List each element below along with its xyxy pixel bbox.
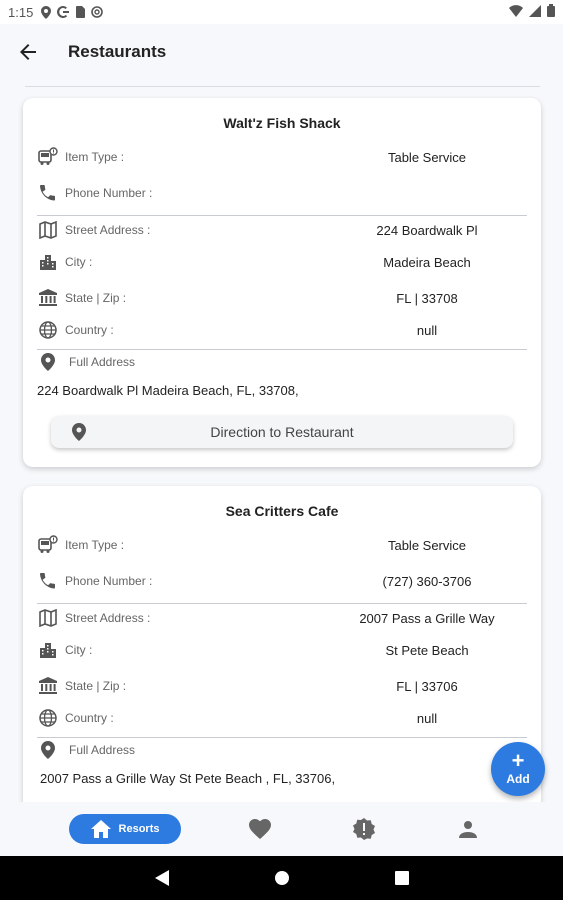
restaurant-card[interactable]: Walt'z Fish Shack Item Type : Table Serv…	[23, 98, 541, 467]
country-label: Country :	[65, 323, 114, 337]
nav-profile[interactable]	[453, 814, 483, 844]
phone-icon	[37, 570, 59, 592]
globe-icon	[37, 707, 59, 729]
nav-alerts[interactable]	[349, 814, 379, 844]
circle-home-icon	[275, 871, 289, 885]
location-pin-icon	[37, 739, 59, 761]
add-button-label: Add	[506, 772, 530, 786]
bottom-navigation: Resorts	[0, 802, 563, 856]
city-value: St Pete Beach	[385, 642, 469, 658]
city-row: City : St Pete Beach	[37, 637, 527, 663]
person-icon	[459, 821, 477, 838]
full-address-row: Full Address	[37, 737, 527, 763]
city-row: City : Madeira Beach	[37, 249, 527, 275]
nav-resorts[interactable]: Resorts	[69, 814, 181, 844]
phone-icon	[37, 182, 59, 204]
street-row: Street Address : 224 Boardwalk Pl	[37, 217, 527, 243]
restaurant-card[interactable]: Sea Critters Cafe Item Type : Table Serv…	[23, 486, 541, 802]
state-zip-label: State | Zip :	[65, 291, 127, 305]
state-zip-value: FL | 33708	[396, 290, 458, 306]
triangle-back-icon	[155, 870, 169, 886]
item-type-row: Item Type : Table Service	[37, 532, 527, 558]
full-address-row: Full Address	[37, 349, 527, 375]
system-navigation-bar	[0, 856, 563, 900]
alert-badge-icon	[353, 818, 375, 840]
add-button[interactable]: + Add	[491, 742, 545, 796]
globe-icon	[37, 319, 59, 341]
bus-alert-icon	[37, 534, 59, 556]
section-divider	[37, 603, 527, 604]
street-value: 224 Boardwalk Pl	[376, 222, 478, 238]
location-pin-icon	[37, 351, 59, 373]
bank-icon	[37, 287, 59, 309]
bank-icon	[37, 675, 59, 697]
state-zip-row: State | Zip : FL | 33706	[37, 673, 527, 699]
wifi-icon	[509, 4, 523, 17]
item-type-label: Item Type :	[65, 150, 125, 164]
bus-alert-icon	[37, 146, 59, 168]
direction-button-label: Direction to Restaurant	[210, 424, 354, 440]
full-address-label: Full Address	[69, 355, 136, 369]
battery-icon	[547, 4, 555, 17]
home-icon	[90, 820, 111, 838]
item-type-value: Table Service	[387, 537, 467, 553]
map-icon	[37, 607, 59, 629]
state-zip-label: State | Zip :	[65, 679, 127, 693]
item-type-row: Item Type : Table Service	[37, 144, 527, 170]
section-divider	[37, 215, 527, 216]
item-type-value: Table Service	[387, 149, 467, 165]
full-address-value: 2007 Pass a Grille Way St Pete Beach , F…	[40, 771, 336, 786]
system-home-button[interactable]	[272, 868, 292, 888]
nav-favorites[interactable]	[245, 814, 275, 844]
status-time: 1:15	[8, 4, 34, 20]
country-row: Country : null	[37, 317, 527, 343]
arrow-back-icon	[20, 44, 36, 60]
page-title: Restaurants	[68, 42, 167, 61]
street-label: Street Address :	[65, 611, 151, 625]
country-value: null	[416, 710, 438, 726]
restaurant-name: Walt'z Fish Shack	[223, 115, 341, 131]
app-bar: Restaurants	[0, 24, 563, 80]
header-divider	[25, 86, 540, 87]
city-label: City :	[65, 643, 93, 657]
country-label: Country :	[65, 711, 114, 725]
restaurant-name: Sea Critters Cafe	[225, 503, 339, 519]
street-row: Street Address : 2007 Pass a Grille Way	[37, 605, 527, 631]
plus-icon: +	[511, 748, 525, 773]
restaurant-list[interactable]: Walt'z Fish Shack Item Type : Table Serv…	[0, 96, 563, 802]
full-address-value: 224 Boardwalk Pl Madeira Beach, FL, 3370…	[37, 383, 299, 398]
status-bar: 1:15	[0, 0, 563, 24]
phone-row: Phone Number : (727) 360-3706	[37, 568, 527, 594]
direction-button[interactable]: Direction to Restaurant	[51, 416, 513, 448]
sim-card-icon	[76, 6, 86, 18]
location-icon	[41, 5, 52, 19]
city-label: City :	[65, 255, 93, 269]
back-button[interactable]	[16, 40, 40, 64]
phone-label: Phone Number :	[65, 186, 153, 200]
system-recents-button[interactable]	[392, 868, 412, 888]
street-value: 2007 Pass a Grille Way	[359, 610, 495, 626]
city-value: Madeira Beach	[383, 254, 471, 270]
street-label: Street Address :	[65, 223, 151, 237]
at-sign-icon	[91, 6, 104, 18]
nav-resorts-label: Resorts	[118, 823, 160, 835]
square-recents-icon	[395, 871, 409, 885]
map-icon	[37, 219, 59, 241]
city-icon	[37, 251, 59, 273]
system-back-button[interactable]	[152, 868, 172, 888]
city-icon	[37, 639, 59, 661]
state-zip-row: State | Zip : FL | 33708	[37, 285, 527, 311]
phone-label: Phone Number :	[65, 574, 153, 588]
item-type-label: Item Type :	[65, 538, 125, 552]
google-icon	[57, 6, 70, 18]
country-row: Country : null	[37, 705, 527, 731]
country-value: null	[416, 322, 438, 338]
full-address-label: Full Address	[69, 743, 136, 757]
phone-row: Phone Number :	[37, 180, 527, 206]
signal-icon	[529, 4, 541, 17]
phone-value[interactable]: (727) 360-3706	[337, 574, 517, 589]
heart-icon	[249, 819, 271, 839]
state-zip-value: FL | 33706	[396, 678, 458, 694]
